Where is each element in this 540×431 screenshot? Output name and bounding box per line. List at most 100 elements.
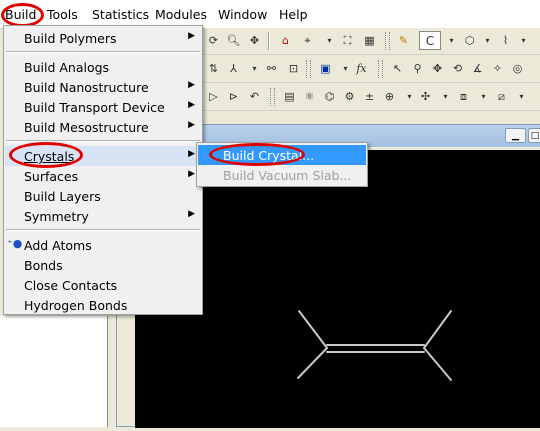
menu-item-label: Build Crystal... bbox=[223, 148, 315, 163]
ring-dropdown-icon[interactable]: ▾ bbox=[478, 31, 497, 50]
lattice-icon[interactable]: ⧈ bbox=[454, 87, 473, 106]
menu-item-label: Close Contacts bbox=[24, 278, 118, 293]
toolbar-grip[interactable] bbox=[306, 60, 311, 78]
lock-icon[interactable]: ⊡ bbox=[284, 59, 303, 78]
toolbar-grip[interactable] bbox=[378, 60, 383, 78]
hydrogen-icon[interactable]: ⊕ bbox=[380, 87, 399, 106]
menu-item-label: Build Nanostructure bbox=[24, 80, 149, 95]
menu-item-build-polymers[interactable]: Build Polymers ▶ bbox=[5, 28, 201, 48]
toolbar-grip[interactable] bbox=[385, 32, 390, 50]
menu-item-hydrogen-bonds[interactable]: Hydrogen Bonds bbox=[5, 295, 201, 315]
menu-item-bonds[interactable]: Bonds bbox=[5, 255, 201, 275]
dropdown-arrow-icon[interactable]: ▾ bbox=[320, 31, 339, 50]
menu-statistics[interactable]: Statistics bbox=[92, 7, 149, 22]
element-field[interactable]: C bbox=[419, 31, 441, 50]
grid-icon[interactable]: ▤ bbox=[280, 87, 299, 106]
function-icon[interactable]: fx bbox=[352, 59, 371, 78]
play-icon[interactable]: ▷ bbox=[204, 87, 223, 106]
project-explorer-panel[interactable] bbox=[0, 316, 108, 427]
bond-line bbox=[297, 347, 328, 379]
menu-item-build-layers[interactable]: Build Layers bbox=[5, 186, 201, 206]
atom-select-icon[interactable]: ⚛ bbox=[300, 87, 319, 106]
lasso-zoom-icon[interactable]: ⚲ bbox=[408, 59, 427, 78]
toolbar-separator bbox=[268, 32, 270, 50]
display-style-icon[interactable]: ◎ bbox=[508, 59, 527, 78]
menu-item-surfaces[interactable]: Surfaces ▶ bbox=[5, 166, 201, 186]
clean-icon[interactable]: ⚯ bbox=[262, 59, 281, 78]
fit-view-icon[interactable]: ⛶ bbox=[338, 31, 357, 50]
element-dropdown-icon[interactable]: ▾ bbox=[442, 31, 461, 50]
menu-build[interactable]: Build bbox=[5, 7, 36, 22]
toolbar-grip[interactable] bbox=[270, 88, 275, 106]
menu-item-symmetry[interactable]: Symmetry ▶ bbox=[5, 206, 201, 226]
select-arrow-icon[interactable]: ↖ bbox=[388, 59, 407, 78]
submenu-arrow-icon: ▶ bbox=[188, 169, 195, 179]
menu-item-build-nanostructure[interactable]: Build Nanostructure ▶ bbox=[5, 77, 201, 97]
pan-icon[interactable]: ✥ bbox=[428, 59, 447, 78]
measure-icon[interactable]: ∡ bbox=[468, 59, 487, 78]
zoom-icon[interactable]: 🔍︎ bbox=[224, 31, 243, 50]
maximize-window-icon[interactable]: □ bbox=[528, 128, 540, 143]
toolbar-row-2: ⇅ ⅄ ▾ ⚯ ⊡ ▣ ▾ fx ↖ ⚲ ✥ ⟲ ∡ ✧ ◎ bbox=[200, 56, 540, 83]
menu-item-label: Build Mesostructure bbox=[24, 120, 149, 135]
menu-item-label: Build Analogs bbox=[24, 60, 110, 75]
submenu-arrow-icon: ▶ bbox=[188, 100, 195, 110]
menu-item-crystals[interactable]: Crystals ▶ bbox=[5, 146, 201, 166]
menu-item-build-mesostructure[interactable]: Build Mesostructure ▶ bbox=[5, 117, 201, 137]
menu-tools[interactable]: Tools bbox=[47, 7, 78, 22]
menu-item-label: Hydrogen Bonds bbox=[24, 298, 128, 313]
forward-icon[interactable]: ⊳ bbox=[224, 87, 243, 106]
bond-type-icon[interactable]: ⅄ bbox=[224, 59, 243, 78]
menu-item-label: Symmetry bbox=[24, 209, 89, 224]
submenu-arrow-icon: ▶ bbox=[188, 149, 195, 159]
menu-item-label: Bonds bbox=[24, 258, 63, 273]
menu-item-label: Build Transport Device bbox=[24, 100, 165, 115]
rotate-icon[interactable]: ⟳ bbox=[204, 31, 223, 50]
menu-item-build-analogs[interactable]: Build Analogs bbox=[5, 57, 201, 77]
symmetry-dropdown-icon[interactable]: ▾ bbox=[436, 87, 455, 106]
chain-dropdown-icon[interactable]: ▾ bbox=[514, 31, 533, 50]
symmetry-icon[interactable]: ✣ bbox=[416, 87, 435, 106]
minimize-window-icon[interactable]: ▁ bbox=[505, 128, 526, 143]
menu-item-label: Add Atoms bbox=[24, 238, 92, 253]
menu-item-label: Build Vacuum Slab... bbox=[223, 168, 352, 183]
bond-line bbox=[298, 310, 328, 349]
rotate-view-icon[interactable]: ⟲ bbox=[448, 59, 467, 78]
menu-item-build-crystal[interactable]: Build Crystal... bbox=[198, 145, 366, 165]
target-icon[interactable]: ⌖ bbox=[298, 31, 317, 50]
toolbar-area: ⟳ 🔍︎ ✥ ⌂ ⌖ ▾ ⛶ ▦ ✎ C ▾ ⬡ ▾ ⌇ ▾ ⇅ ⅄ ▾ ⚯ ⊡… bbox=[200, 28, 540, 116]
menu-help[interactable]: Help bbox=[279, 7, 308, 22]
translate-icon[interactable]: ✥ bbox=[245, 31, 264, 50]
bond-line bbox=[423, 310, 452, 349]
menu-item-label: Crystals bbox=[24, 149, 75, 164]
menu-item-close-contacts[interactable]: Close Contacts bbox=[5, 275, 201, 295]
menu-item-build-transport-device[interactable]: Build Transport Device ▶ bbox=[5, 97, 201, 117]
home-icon[interactable]: ⌂ bbox=[276, 31, 295, 50]
charge-icon[interactable]: ± bbox=[360, 87, 379, 106]
sketch-pencil-icon[interactable]: ✎ bbox=[394, 31, 413, 50]
submenu-arrow-icon: ▶ bbox=[188, 209, 195, 219]
build-menu-dropdown: Build Polymers ▶ Build Analogs Build Nan… bbox=[3, 25, 203, 315]
undo-icon[interactable]: ↶ bbox=[245, 87, 264, 106]
move-atom-icon[interactable]: ⇅ bbox=[204, 59, 223, 78]
toolbar-row-3: ▷ ⊳ ↶ ▤ ⚛ ⌬ ⚙ ± ⊕ ▾ ✣ ▾ ⧈ ▾ ⧄ ▾ bbox=[200, 84, 540, 111]
menu-window[interactable]: Window bbox=[218, 7, 267, 22]
menu-separator bbox=[6, 229, 200, 231]
sketch-chain-icon[interactable]: ⌇ bbox=[496, 31, 515, 50]
menu-modules[interactable]: Modules bbox=[155, 7, 207, 22]
properties-icon[interactable]: ▦ bbox=[360, 31, 379, 50]
submenu-arrow-icon: ▶ bbox=[188, 80, 195, 90]
lattice-dropdown-icon[interactable]: ▾ bbox=[474, 87, 493, 106]
molecule-icon[interactable]: ⌬ bbox=[320, 87, 339, 106]
table-icon[interactable]: ▣ bbox=[316, 59, 335, 78]
crystals-submenu: Build Crystal... Build Vacuum Slab... bbox=[196, 142, 368, 187]
menu-item-label: Build Layers bbox=[24, 189, 101, 204]
sketch-ring-icon[interactable]: ⬡ bbox=[460, 31, 479, 50]
cleave-icon[interactable]: ⧄ bbox=[492, 87, 511, 106]
menu-item-add-atoms[interactable]: ⁺● Add Atoms bbox=[5, 235, 201, 255]
menu-separator bbox=[6, 51, 200, 53]
cleave-dropdown-icon[interactable]: ▾ bbox=[512, 87, 531, 106]
label-icon[interactable]: ✧ bbox=[488, 59, 507, 78]
add-atom-icon: ⁺● bbox=[7, 237, 23, 250]
fragment-icon[interactable]: ⚙ bbox=[340, 87, 359, 106]
